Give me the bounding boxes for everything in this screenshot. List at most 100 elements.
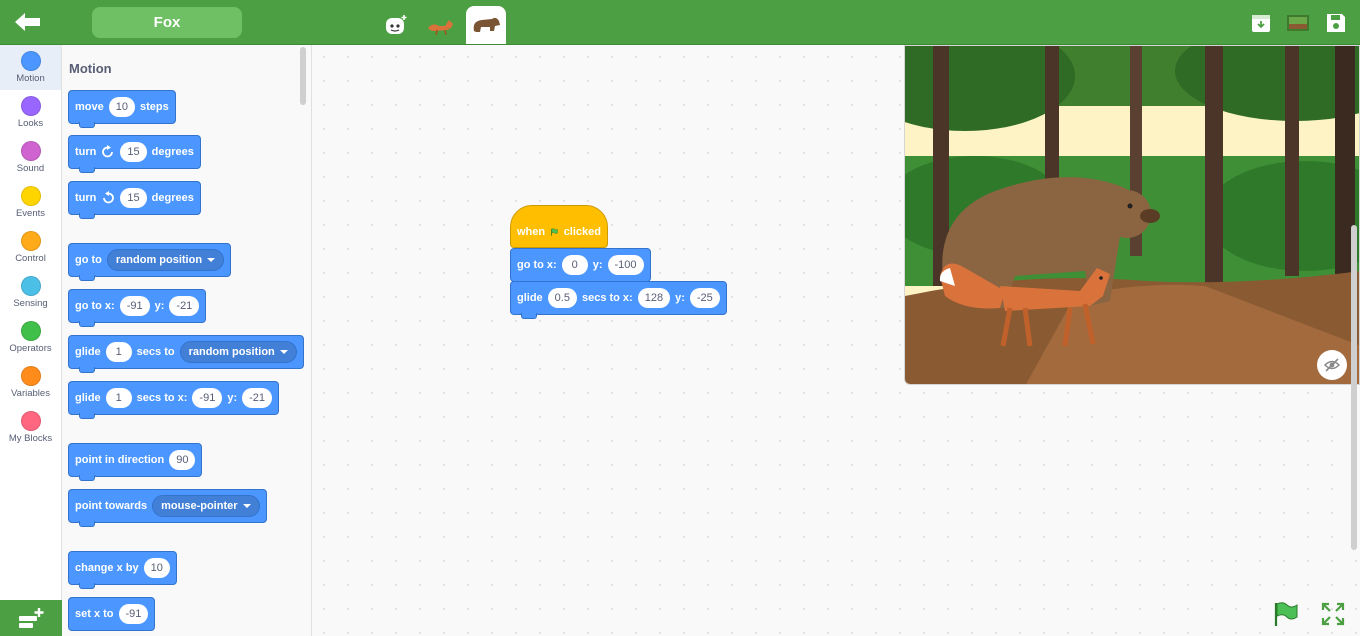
y-input[interactable]: -25 — [689, 288, 720, 308]
direction-input[interactable]: 90 — [169, 450, 196, 470]
tab-costumes[interactable] — [422, 7, 460, 43]
dropdown-value: mouse-pointer — [161, 500, 238, 512]
back-arrow-icon[interactable] — [12, 9, 44, 35]
category-label: Events — [15, 208, 46, 219]
target-dropdown[interactable]: mouse-pointer — [152, 495, 260, 517]
block-text: degrees — [151, 146, 194, 158]
change-x-block[interactable]: change x by 10 — [68, 551, 177, 589]
dropdown-value: random position — [188, 346, 275, 358]
bear-sprite-icon — [473, 17, 500, 32]
block-text: y: — [154, 300, 165, 312]
forest-backdrop — [905, 46, 1359, 384]
category-menu: Motion Looks Sound Events Control Sensin… — [0, 45, 62, 636]
block-text: move — [75, 101, 104, 113]
control-dot-icon — [20, 231, 41, 251]
steps-input[interactable]: 10 — [108, 97, 135, 117]
block-text: point towards — [75, 500, 148, 512]
category-looks[interactable]: Looks — [0, 90, 61, 135]
x-input[interactable]: 0 — [561, 255, 588, 275]
go-to-target-block[interactable]: go to random position — [68, 243, 232, 281]
y-input[interactable]: -21 — [242, 388, 273, 408]
block-text: clicked — [563, 225, 601, 238]
block-text: secs to x: — [136, 392, 188, 404]
point-towards-block[interactable]: point towards mouse-pointer — [68, 489, 267, 527]
tab-sounds[interactable] — [466, 6, 506, 44]
block-text: when — [517, 225, 546, 238]
change-x-input[interactable]: 10 — [143, 558, 170, 578]
hide-stage-button[interactable] — [1317, 350, 1347, 380]
fullscreen-icon — [1321, 602, 1345, 626]
turn-right-block[interactable]: turn 15 degrees — [68, 135, 201, 173]
y-input[interactable]: -100 — [607, 255, 644, 275]
block-text: go to x: — [75, 300, 115, 312]
tab-code[interactable] — [377, 7, 415, 43]
secs-input[interactable]: 1 — [105, 342, 132, 362]
target-dropdown[interactable]: random position — [179, 341, 297, 363]
go-to-xy-block[interactable]: go to x: -91 y: -21 — [68, 289, 207, 327]
category-events[interactable]: Events — [0, 180, 61, 225]
block-text: y: — [227, 392, 238, 404]
x-input[interactable]: 128 — [637, 288, 671, 308]
palette-title: Motion — [69, 61, 112, 76]
category-my-blocks[interactable]: My Blocks — [0, 405, 61, 450]
caret-down-icon — [207, 258, 216, 262]
glide-to-target-block[interactable]: glide 1 secs to random position — [68, 335, 304, 373]
green-flag-button[interactable] — [1271, 600, 1299, 628]
top-bar: Fox — [0, 0, 1360, 45]
green-flag-icon — [551, 227, 558, 236]
category-sound[interactable]: Sound — [0, 135, 61, 180]
category-label: Sound — [16, 163, 45, 174]
fullscreen-button[interactable] — [1321, 602, 1345, 626]
category-variables[interactable]: Variables — [0, 360, 61, 405]
category-label: Motion — [16, 73, 45, 84]
move-steps-block[interactable]: move 10 steps — [68, 90, 176, 128]
degrees-input[interactable]: 15 — [120, 142, 147, 162]
secs-input[interactable]: 0.5 — [547, 288, 577, 308]
x-input[interactable]: -91 — [192, 388, 223, 408]
rotate-clockwise-icon — [102, 145, 114, 158]
block-text: set x to — [75, 608, 114, 620]
y-input[interactable]: -21 — [169, 296, 200, 316]
degrees-input[interactable]: 15 — [120, 188, 147, 208]
caret-down-icon — [242, 504, 251, 508]
block-text: steps — [140, 101, 169, 113]
block-text: change x by — [75, 562, 139, 574]
add-extension-button[interactable] — [0, 600, 62, 636]
palette-scrollbar[interactable] — [300, 47, 306, 105]
backdrop-thumbnail-icon[interactable] — [1286, 11, 1310, 35]
block-text: y: — [675, 292, 685, 304]
block-text: glide — [75, 392, 101, 404]
save-icon[interactable] — [1324, 11, 1348, 35]
glide-to-xy-block[interactable]: glide 1 secs to x: -91 y: -21 — [68, 381, 280, 419]
category-control[interactable]: Control — [0, 225, 61, 270]
category-operators[interactable]: Operators — [0, 315, 61, 360]
when-flag-clicked-block[interactable]: when clicked — [510, 205, 608, 248]
block-text: secs to — [136, 346, 175, 358]
category-sensing[interactable]: Sensing — [0, 270, 61, 315]
category-label: My Blocks — [8, 433, 53, 444]
secs-input[interactable]: 1 — [105, 388, 132, 408]
target-dropdown[interactable]: random position — [106, 249, 225, 271]
set-x-input[interactable]: -91 — [118, 604, 149, 624]
download-icon[interactable] — [1249, 11, 1273, 35]
script-go-to-xy-block[interactable]: go to x: 0 y: -100 — [510, 248, 651, 282]
block-text: turn — [75, 192, 97, 204]
script-glide-xy-block[interactable]: glide 0.5 secs to x: 128 y: -25 — [510, 281, 727, 319]
set-x-block[interactable]: set x to -91 — [68, 597, 156, 631]
point-in-direction-block[interactable]: point in direction 90 — [68, 443, 203, 481]
category-label: Variables — [11, 388, 50, 399]
category-label: Sensing — [13, 298, 48, 309]
block-palette: Motion move 10 steps turn 15 degrees tur… — [62, 45, 312, 636]
robot-face-icon — [386, 15, 407, 34]
turn-left-block[interactable]: turn 15 degrees — [68, 181, 201, 219]
category-motion[interactable]: Motion — [0, 45, 61, 90]
block-text: secs to x: — [581, 292, 633, 304]
stage[interactable] — [904, 45, 1360, 385]
x-input[interactable]: -91 — [119, 296, 150, 316]
category-label: Operators — [9, 343, 52, 354]
block-text: degrees — [151, 192, 194, 204]
sound-dot-icon — [20, 141, 41, 161]
sprite-name-field[interactable]: Fox — [92, 7, 242, 38]
events-dot-icon — [20, 186, 41, 206]
workspace-scrollbar[interactable] — [1351, 225, 1357, 550]
